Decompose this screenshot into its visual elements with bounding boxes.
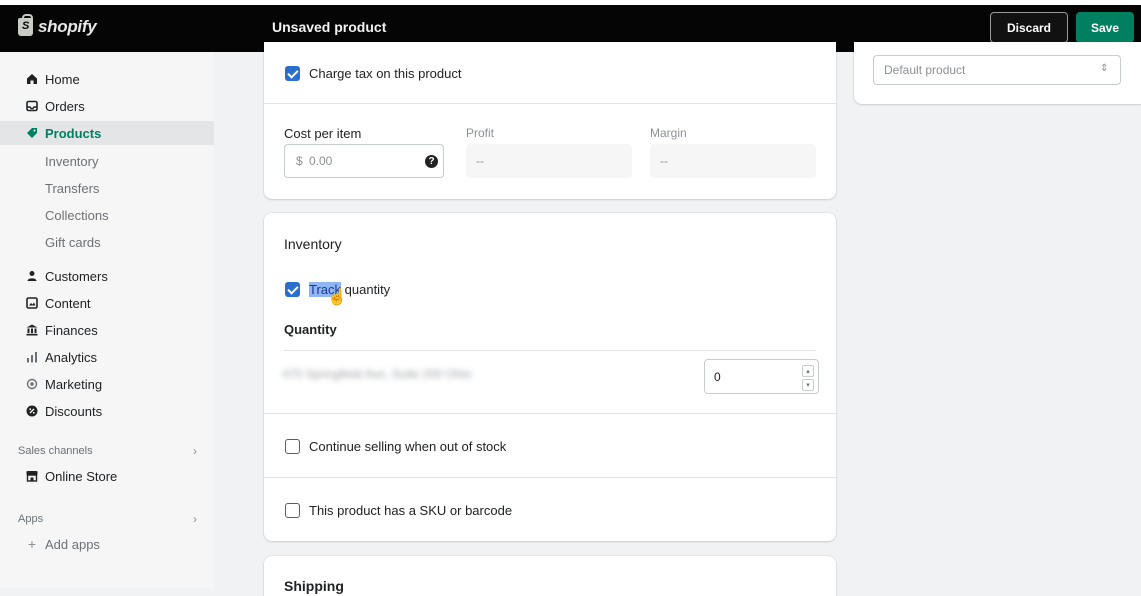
chevron-right-icon[interactable]: › <box>193 444 197 458</box>
orders-icon <box>26 100 38 112</box>
margin-value: -- <box>660 154 668 168</box>
quantity-input[interactable]: 0 ▴ ▾ <box>704 359 819 394</box>
chevron-down-icon[interactable]: ▾ <box>802 379 814 391</box>
question-icon[interactable]: ? <box>425 155 438 168</box>
profit-value: -- <box>476 154 484 168</box>
sidebar-item-analytics[interactable]: Analytics <box>0 345 214 369</box>
sidebar-subitem-gift-cards[interactable]: Gift cards <box>45 235 101 250</box>
track-quantity-rest: quantity <box>341 282 391 297</box>
sidebar: Home Orders Products Inventory Transfers… <box>0 52 214 588</box>
divider <box>264 103 836 104</box>
organization-card: Default product ⇕ <box>854 42 1141 104</box>
sidebar-item-orders[interactable]: Orders <box>0 94 214 118</box>
track-quantity-checkbox[interactable] <box>285 282 300 297</box>
quantity-heading: Quantity <box>284 322 337 337</box>
sidebar-item-content[interactable]: Content <box>0 291 214 315</box>
sidebar-subitem-inventory[interactable]: Inventory <box>45 154 98 169</box>
bar-chart-icon <box>26 351 38 363</box>
profit-field: -- <box>466 144 632 178</box>
apps-heading[interactable]: Apps <box>18 513 43 525</box>
charge-tax-checkbox[interactable] <box>285 66 300 81</box>
logo-text: shopify <box>38 17 97 36</box>
sidebar-item-label: Finances <box>45 322 98 338</box>
target-icon <box>26 378 38 390</box>
divider <box>264 413 836 414</box>
sidebar-item-label: Content <box>45 295 91 311</box>
sidebar-item-finances[interactable]: Finances <box>0 318 214 342</box>
inventory-title: Inventory <box>284 236 342 252</box>
sidebar-item-products[interactable]: Products <box>0 121 214 145</box>
home-icon <box>26 73 38 85</box>
continue-selling-label: Continue selling when out of stock <box>309 439 507 454</box>
quantity-stepper[interactable]: ▴ ▾ <box>802 365 814 391</box>
discard-button[interactable]: Discard <box>990 12 1068 43</box>
shipping-card: Shipping <box>264 556 836 596</box>
product-type-select[interactable]: Default product ⇕ <box>873 55 1121 85</box>
continue-selling-checkbox[interactable] <box>285 439 300 454</box>
select-arrows-icon: ⇕ <box>1100 63 1109 74</box>
store-icon <box>26 470 38 482</box>
sidebar-item-discounts[interactable]: Discounts <box>0 399 214 423</box>
sidebar-item-online-store[interactable]: Online Store <box>0 464 214 488</box>
page-title: Unsaved product <box>272 19 387 35</box>
sidebar-item-label: Discounts <box>45 403 103 419</box>
shopify-bag-icon <box>18 14 33 36</box>
plus-icon: + <box>27 536 37 552</box>
hand-cursor-icon: ☝ <box>327 289 347 306</box>
sidebar-subitem-transfers[interactable]: Transfers <box>45 181 99 196</box>
bank-icon <box>26 324 38 336</box>
sidebar-item-label: Home <box>45 71 80 87</box>
sidebar-item-home[interactable]: Home <box>0 67 214 91</box>
sidebar-item-label: Online Store <box>45 468 118 484</box>
cost-per-item-label: Cost per item <box>284 126 362 141</box>
charge-tax-label: Charge tax on this product <box>309 66 462 81</box>
cost-per-item-input[interactable]: $ 0.00 ? <box>284 144 444 178</box>
sidebar-item-label: Orders <box>45 98 85 114</box>
sidebar-item-customers[interactable]: Customers <box>0 264 214 288</box>
sku-barcode-label: This product has a SKU or barcode <box>309 503 513 518</box>
discount-icon <box>26 405 38 417</box>
top-strip <box>0 0 1141 5</box>
profit-label: Profit <box>466 126 495 140</box>
cost-placeholder: 0.00 <box>309 154 333 168</box>
chevron-up-icon[interactable]: ▴ <box>802 365 814 377</box>
location-name: 470 Springfield Ave, Suite 200 Ohio <box>282 367 472 381</box>
save-button[interactable]: Save <box>1076 12 1134 43</box>
tag-icon <box>26 127 38 139</box>
shopify-logo[interactable]: shopify <box>18 14 97 37</box>
sidebar-subitem-collections[interactable]: Collections <box>45 208 109 223</box>
shipping-title: Shipping <box>284 578 344 594</box>
sku-barcode-checkbox[interactable] <box>285 503 300 518</box>
divider <box>264 477 836 478</box>
sidebar-item-label: Products <box>45 125 102 141</box>
quantity-value: 0 <box>714 370 721 384</box>
person-icon <box>26 270 38 282</box>
content-icon <box>26 297 38 309</box>
margin-field: -- <box>650 144 816 178</box>
select-value: Default product <box>884 63 966 77</box>
sidebar-item-label: Analytics <box>45 349 98 365</box>
margin-label: Margin <box>650 126 687 140</box>
divider <box>284 350 816 351</box>
currency-prefix: $ <box>296 154 303 168</box>
pricing-card: Charge tax on this product Cost per item… <box>264 42 836 199</box>
sidebar-item-label: Customers <box>45 268 108 284</box>
sidebar-item-marketing[interactable]: Marketing <box>0 372 214 396</box>
track-quantity-label[interactable]: Track quantity <box>309 282 390 297</box>
sidebar-item-add-apps[interactable]: + Add apps <box>0 532 214 556</box>
chevron-right-icon[interactable]: › <box>193 512 197 526</box>
sidebar-item-label: Add apps <box>45 536 100 552</box>
sidebar-item-label: Marketing <box>45 376 103 392</box>
sales-channels-heading[interactable]: Sales channels <box>18 445 93 457</box>
